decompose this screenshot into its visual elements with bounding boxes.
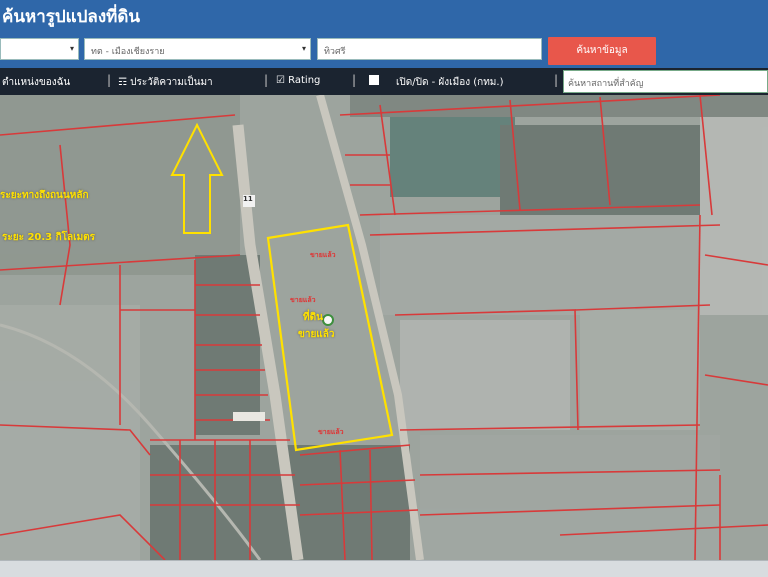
rating-icon: ☑ bbox=[276, 75, 285, 86]
distance-annotation-line1: ระยะทางถึงถนนหลัก bbox=[0, 190, 89, 201]
chevron-down-icon: ▾ bbox=[301, 44, 306, 53]
toolbar-divider: | bbox=[352, 73, 357, 87]
district-select-value: ทต - เมืองเชียงราย bbox=[91, 47, 165, 57]
status-footer bbox=[0, 560, 768, 577]
parcel-tag: ขายแล้ว bbox=[318, 428, 344, 436]
history-button[interactable]: ☶ ประวัติความเป็นมา bbox=[118, 75, 213, 90]
zoning-checkbox[interactable] bbox=[369, 75, 379, 85]
search-button[interactable]: ค้นหาข้อมูล bbox=[548, 37, 656, 65]
parcel-input-value: ทิวศรี bbox=[324, 47, 346, 57]
app-header: ค้นหารูปแปลงที่ดิน bbox=[0, 0, 768, 30]
page-title: ค้นหารูปแปลงที่ดิน bbox=[2, 7, 141, 27]
map-view[interactable]: ระยะทางถึงถนนหลัก ระยะ 20.3 กิโลเมตร ที่… bbox=[0, 95, 768, 560]
plot-label-2: ขายแล้ว bbox=[298, 329, 335, 340]
zoning-toggle-label[interactable]: เปิด/ปิด - ผังเมือง (กทม.) bbox=[396, 75, 503, 90]
plot-label-1: ที่ดิน bbox=[303, 312, 323, 323]
province-select[interactable]: ▾ bbox=[0, 38, 79, 60]
district-select[interactable]: ทต - เมืองเชียงราย ▾ bbox=[84, 38, 311, 60]
parcel-input[interactable]: ทิวศรี bbox=[317, 38, 542, 60]
rating-button[interactable]: ☑ Rating bbox=[276, 75, 320, 86]
history-label: ประวัติความเป็นมา bbox=[130, 77, 213, 88]
toolbar-divider: | bbox=[107, 73, 112, 87]
rating-label: Rating bbox=[288, 75, 321, 86]
toolbar-divider: | bbox=[554, 73, 559, 87]
parcel-tag: ขายแล้ว bbox=[310, 251, 336, 259]
parcel-tag: ขายแล้ว bbox=[290, 296, 316, 304]
distance-annotation-line2: ระยะ 20.3 กิโลเมตร bbox=[2, 232, 96, 243]
chevron-down-icon: ▾ bbox=[69, 44, 74, 53]
toolbar-divider: | bbox=[264, 73, 269, 87]
road-marker: 11 bbox=[243, 195, 253, 203]
satellite-map bbox=[0, 95, 768, 560]
place-search-input[interactable]: ค้นหาสถานที่สำคัญ bbox=[563, 70, 768, 93]
history-icon: ☶ bbox=[118, 77, 127, 88]
locate-me-button[interactable]: ตำแหน่งของฉัน bbox=[2, 75, 70, 90]
